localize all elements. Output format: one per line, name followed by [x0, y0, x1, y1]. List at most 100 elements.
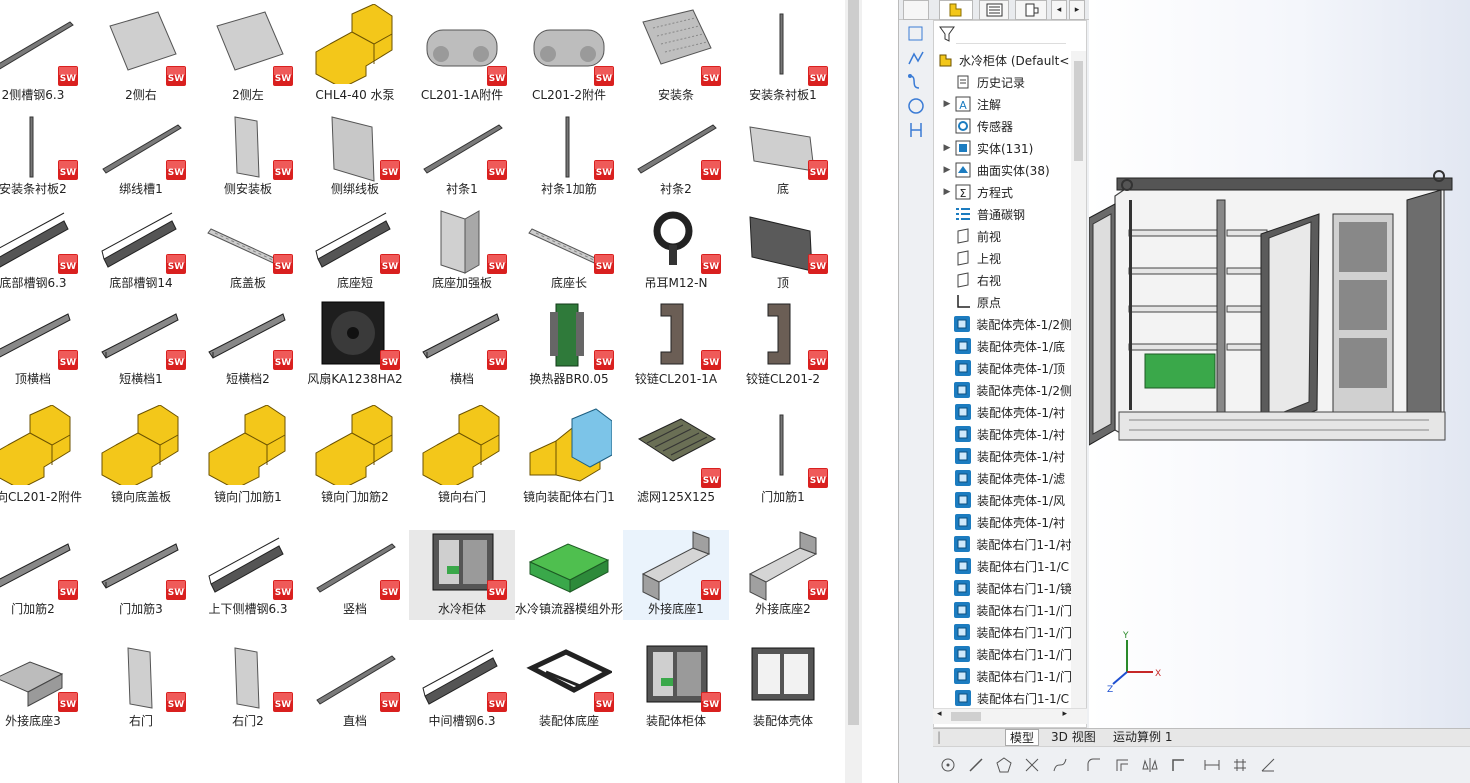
point-icon[interactable]	[939, 756, 957, 774]
corner-icon[interactable]	[1169, 756, 1187, 774]
file-item[interactable]: SW 外接底座1	[623, 530, 729, 620]
tree-vertical-scrollbar[interactable]	[1071, 51, 1086, 711]
file-item[interactable]: SW 2侧右	[88, 0, 194, 106]
file-explorer-view[interactable]: SW 2侧槽钢6.3 SW 2侧右 SW 2侧左 CHL4-40 水泵 SW CL201-1A附…	[0, 0, 845, 783]
tree-item[interactable]: 装配体右门1-1/C	[934, 555, 1072, 577]
tree-item[interactable]: 传感器	[934, 115, 1072, 137]
tab-3d-view[interactable]: 3D 视图	[1047, 729, 1100, 746]
angle-icon[interactable]	[1259, 756, 1277, 774]
file-item[interactable]: SW 铰链CL201-1A	[623, 300, 729, 404]
tree-item[interactable]: 装配体壳体-1/2侧	[934, 313, 1072, 335]
file-item[interactable]: SW 衬条1	[409, 112, 515, 200]
file-item[interactable]: SW 门加筋3	[88, 530, 194, 620]
tree-item[interactable]: 原点	[934, 291, 1072, 313]
tree-item[interactable]: 装配体壳体-1/2侧	[934, 379, 1072, 401]
chevron-right-icon[interactable]: ▸	[1062, 709, 1067, 719]
tree-item[interactable]: 装配体壳体-1/顶	[934, 357, 1072, 379]
file-item[interactable]: SW 滤网125X125	[623, 400, 729, 522]
spline-icon[interactable]	[1051, 756, 1069, 774]
tree-item[interactable]: ▶ 曲面实体(38)	[934, 159, 1072, 181]
file-item[interactable]: SW 底部槽钢14	[88, 206, 194, 294]
tree-item[interactable]: 历史记录	[934, 71, 1072, 93]
tree-item[interactable]: 装配体壳体-1/衬	[934, 423, 1072, 445]
tabs-scroll-left-button[interactable]: ◂	[1051, 0, 1067, 20]
file-item[interactable]: SW CL201-2附件	[516, 0, 622, 120]
expand-arrow-icon[interactable]: ▶	[940, 187, 954, 197]
tree-item[interactable]: 上视	[934, 247, 1072, 269]
tree-filter-input[interactable]	[956, 24, 1066, 44]
tabs-scroll-right-button[interactable]: ▸	[1069, 0, 1085, 20]
cabinet-model-render[interactable]: Y X Z	[1088, 0, 1470, 728]
file-item[interactable]: SW 右门2	[195, 642, 301, 732]
line-icon[interactable]	[967, 756, 985, 774]
file-item[interactable]: SW 风扇KA1238HA2	[302, 300, 408, 404]
expand-arrow-icon[interactable]: ▶	[940, 99, 954, 109]
tab-configuration-manager[interactable]	[1015, 0, 1047, 20]
grid-icon[interactable]	[1231, 756, 1249, 774]
file-item[interactable]: 镜向门加筋2	[302, 400, 408, 508]
appearance-icon[interactable]	[906, 96, 926, 116]
dimension-icon[interactable]	[1203, 756, 1221, 774]
file-item[interactable]: SW 直档	[302, 642, 408, 732]
tabs-nav-buttons[interactable]: |◂◂▸▸|	[933, 729, 973, 760]
file-item[interactable]: 水冷镇流器模组外形	[515, 530, 623, 634]
file-item[interactable]: SW 顶	[730, 206, 836, 294]
file-item[interactable]: SW 底盖板	[195, 206, 301, 294]
sketch-icon[interactable]	[906, 48, 926, 68]
file-item[interactable]: SW 吊耳M12-N	[623, 206, 729, 294]
graphics-viewport[interactable]: Y X Z	[1088, 0, 1470, 728]
file-item[interactable]: SW 绑线槽1	[88, 112, 194, 200]
file-item[interactable]: SW 竖档	[302, 530, 408, 620]
file-item[interactable]: SW 外接底座3	[0, 642, 86, 732]
file-item[interactable]: SW 短横档2	[195, 300, 301, 390]
tree-item[interactable]: 装配体右门1-1/门	[934, 665, 1072, 687]
file-item[interactable]: SW 短横档1	[88, 300, 194, 390]
tab-model[interactable]: 模型	[1005, 729, 1040, 746]
file-item[interactable]: SW 右门	[88, 642, 194, 732]
file-item[interactable]: 镜向右门	[409, 400, 515, 508]
file-item[interactable]: SW CL201-1A附件	[409, 0, 515, 120]
scrollbar-thumb[interactable]	[1074, 61, 1083, 161]
trim-icon[interactable]	[1023, 756, 1041, 774]
tree-item[interactable]: 装配体右门1-1/门	[934, 621, 1072, 643]
tab-motion-study[interactable]: 运动算例 1	[1109, 729, 1176, 746]
fillet-icon[interactable]	[1085, 756, 1103, 774]
tree-item[interactable]: 装配体右门1-1/衬	[934, 533, 1072, 555]
tree-item[interactable]: ▶ 实体(131)	[934, 137, 1072, 159]
file-item[interactable]: 镜向底盖板	[88, 400, 194, 508]
tree-root-assembly[interactable]: 水冷柜体 (Default<	[934, 49, 1072, 71]
polygon-icon[interactable]	[995, 756, 1013, 774]
file-item[interactable]: SW 底座短	[302, 206, 408, 294]
file-item[interactable]: SW 外接底座2	[730, 530, 836, 620]
file-item[interactable]: SW 安装条衬板1	[730, 0, 836, 106]
tab-feature-manager[interactable]	[939, 0, 973, 20]
file-item[interactable]: SW 铰链CL201-2	[730, 300, 836, 404]
tree-item[interactable]: 装配体壳体-1/滤	[934, 467, 1072, 489]
file-item[interactable]: SW 2侧槽钢6.3	[0, 0, 86, 106]
file-item[interactable]: SW 衬条2	[623, 112, 729, 200]
scrollbar-thumb[interactable]	[848, 0, 859, 725]
tree-horizontal-scrollbar[interactable]: ◂ ▸	[933, 708, 1087, 724]
tree-item[interactable]: 装配体壳体-1/衬	[934, 511, 1072, 533]
file-item[interactable]: SW 装配体底座	[516, 642, 622, 732]
tree-item[interactable]: 前视	[934, 225, 1072, 247]
tree-item[interactable]: 装配体右门1-1/C	[934, 687, 1072, 709]
tree-item[interactable]: ▶ Σ 方程式	[934, 181, 1072, 203]
file-item[interactable]: SW 底	[730, 112, 836, 200]
file-item[interactable]: SW 侧安装板	[195, 112, 301, 200]
expand-arrow-icon[interactable]: ▶	[940, 143, 954, 153]
tree-item[interactable]: 装配体壳体-1/衬	[934, 401, 1072, 423]
file-item[interactable]: SW 装配体柜体	[623, 642, 729, 732]
mirror-icon[interactable]	[1141, 756, 1159, 774]
file-item[interactable]: 镜向装配体右门1	[516, 400, 622, 508]
file-item[interactable]: 装配体壳体	[730, 642, 836, 732]
file-item[interactable]: SW 安装条	[623, 0, 729, 106]
file-item[interactable]: SW 底部槽钢6.3	[0, 206, 86, 294]
file-item[interactable]: SW 门加筋1	[730, 400, 836, 508]
tree-item[interactable]: 右视	[934, 269, 1072, 291]
tree-item[interactable]: 装配体壳体-1/风	[934, 489, 1072, 511]
tree-item[interactable]: 装配体壳体-1/衬	[934, 445, 1072, 467]
feature-manager-tree[interactable]: 水冷柜体 (Default< 历史记录 ▶ A 注解 传感器 ▶ 实体(131) ▶ 曲面实体(3…	[933, 20, 1087, 728]
explorer-vertical-scrollbar[interactable]	[845, 0, 862, 783]
file-item[interactable]: SW 底座加强板	[409, 206, 515, 294]
